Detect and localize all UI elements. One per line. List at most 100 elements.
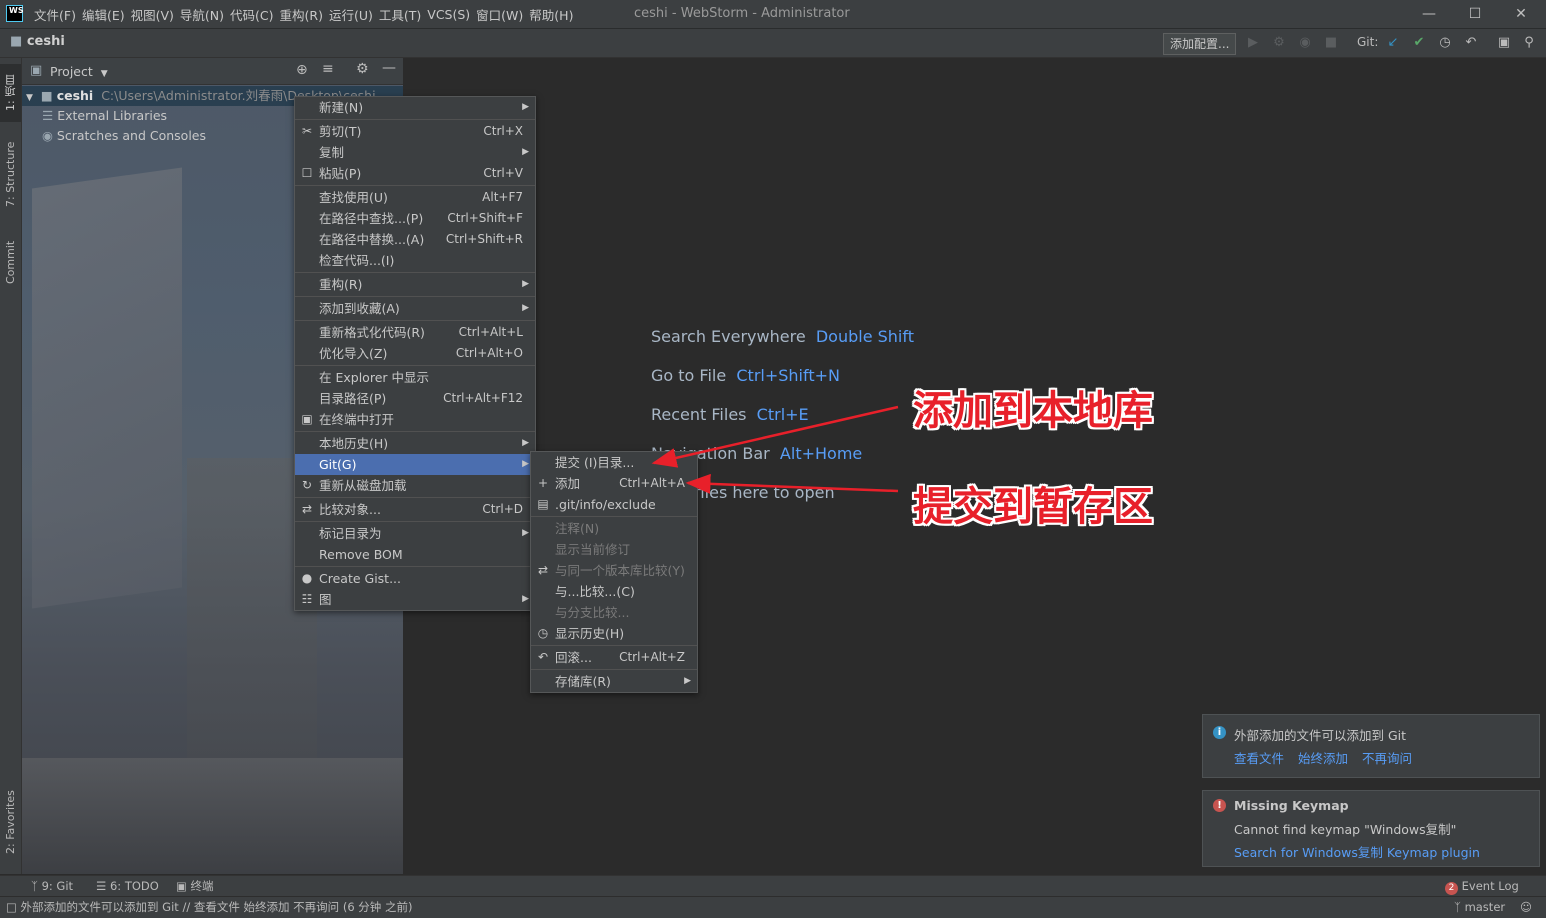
menu-item[interactable]: 工具(T) [379, 5, 427, 24]
menu-item-label: 查找使用(U) [319, 190, 388, 205]
project-breadcrumb[interactable]: ■ ceshi [10, 34, 65, 49]
tab-favorites[interactable]: 2: Favorites [0, 776, 21, 868]
menu-item[interactable]: ✂ 剪切(T) Ctrl+X [295, 121, 535, 142]
menu-item[interactable]: ↶ 回滚... Ctrl+Alt+Z [531, 647, 697, 668]
menu-item[interactable]: Git(G) ▶ [295, 454, 535, 475]
menu-item[interactable]: ☷ 图 ▶ [295, 589, 535, 610]
stop-icon[interactable]: ■ [1322, 34, 1340, 52]
debug-icon[interactable]: ⚙ [1270, 34, 1288, 52]
submenu-arrow-icon: ▶ [522, 528, 529, 538]
close-window-button[interactable]: ✕ [1498, 0, 1544, 28]
menu-item-label: 在终端中打开 [319, 412, 395, 427]
tab-git[interactable]: ᛉ 9: Git [31, 876, 73, 897]
menu-item[interactable]: 在路径中查找...(P) Ctrl+Shift+F [295, 208, 535, 229]
history-icon[interactable]: ◷ [1436, 34, 1454, 52]
menu-item[interactable]: 重构(R) ▶ [295, 274, 535, 295]
menu-item[interactable]: 新建(N) ▶ [295, 97, 535, 118]
project-panel-header: ▣ Project ▼ ⊕ ≡ ⚙ — [22, 58, 403, 85]
tab-terminal[interactable]: ▣ 终端 [176, 876, 214, 897]
menu-item-label: 与...比较...(C) [555, 584, 635, 599]
menu-item[interactable]: 重构(R) [280, 5, 329, 24]
menu-item[interactable]: ● Create Gist... [295, 568, 535, 589]
project-view-selector[interactable]: Project ▼ [50, 64, 108, 79]
event-count-badge: 2 [1445, 882, 1458, 895]
terminal-icon: ▣ [301, 412, 313, 426]
menu-item[interactable]: 视图(V) [131, 5, 180, 24]
notification-title: Missing Keymap [1234, 798, 1349, 813]
inspector-icon[interactable]: ☺ [1520, 897, 1532, 918]
menu-item[interactable]: 帮助(H) [529, 5, 579, 24]
menu-item-label: 重构(R) [319, 277, 363, 292]
menu-item[interactable]: ↻ 重新从磁盘加载 [295, 475, 535, 496]
menu-item-label: 回滚... [555, 650, 592, 665]
hide-panel-icon[interactable]: — [382, 60, 396, 76]
menu-item[interactable]: 编辑(E) [82, 5, 131, 24]
menu-item-label: 显示历史(H) [555, 626, 625, 641]
menu-item[interactable]: VCS(S) [427, 7, 476, 22]
menu-item[interactable]: 添加到收藏(A) ▶ [295, 298, 535, 319]
menu-item[interactable]: 优化导入(Z) Ctrl+Alt+O [295, 343, 535, 364]
left-tool-stripe: 1: 项目 7: Structure Commit 2: Favorites [0, 58, 22, 874]
menu-separator [295, 365, 535, 366]
profile-icon[interactable]: ◉ [1296, 34, 1314, 52]
locate-icon[interactable]: ⊕ [296, 62, 308, 78]
history-icon: ◷ [537, 626, 549, 640]
git-branch-icon: ᛉ [1454, 900, 1461, 914]
add-configuration-button[interactable]: 添加配置... [1163, 33, 1237, 55]
menu-item[interactable]: 标记目录为 ▶ [295, 523, 535, 544]
dont-ask-link[interactable]: 不再询问 [1362, 748, 1412, 767]
menu-item[interactable]: 目录路径(P) Ctrl+Alt+F12 [295, 388, 535, 409]
menu-item-label: 与同一个版本库比较(Y) [555, 563, 685, 578]
menu-item-label: 存储库(R) [555, 674, 611, 689]
menu-item[interactable]: 检查代码...(I) [295, 250, 535, 271]
menu-item[interactable]: 文件(F) [34, 5, 82, 24]
commit-check-icon[interactable]: ✔ [1410, 34, 1428, 52]
gear-icon[interactable]: ⚙ [356, 61, 369, 77]
menu-item[interactable]: ◷ 显示历史(H) [531, 623, 697, 644]
menu-item[interactable]: ⇄ 比较对象... Ctrl+D [295, 499, 535, 520]
run-icon[interactable]: ▶ [1244, 34, 1262, 52]
menu-item[interactable]: 查找使用(U) Alt+F7 [295, 187, 535, 208]
update-project-icon[interactable]: ↙ [1384, 34, 1402, 52]
project-structure-icon[interactable]: ▣ [1495, 34, 1513, 52]
menu-item[interactable]: 本地历史(H) ▶ [295, 433, 535, 454]
search-keymap-plugin-link[interactable]: Search for Windows复制 Keymap plugin [1234, 842, 1480, 861]
menu-separator [295, 566, 535, 567]
menu-item[interactable]: 复制 ▶ [295, 142, 535, 163]
menu-item[interactable]: 在路径中替换...(A) Ctrl+Shift+R [295, 229, 535, 250]
always-add-link[interactable]: 始终添加 [1298, 748, 1348, 767]
menu-item-shortcut: Ctrl+Alt+Z [619, 650, 685, 664]
menu-item[interactable]: 存储库(R) ▶ [531, 671, 697, 692]
minimize-button[interactable]: — [1406, 0, 1452, 28]
project-view-icon: ▣ [30, 63, 43, 78]
menu-item[interactable]: ☐ 粘贴(P) Ctrl+V [295, 163, 535, 184]
maximize-button[interactable]: ☐ [1452, 0, 1498, 28]
menu-item[interactable]: 重新格式化代码(R) Ctrl+Alt+L [295, 322, 535, 343]
search-icon[interactable]: ⚲ [1520, 34, 1538, 52]
diagram-icon: ☷ [301, 592, 313, 606]
status-message[interactable]: □ 外部添加的文件可以添加到 Git // 查看文件 始终添加 不再询问 (6 … [6, 897, 412, 918]
tab-commit[interactable]: Commit [0, 230, 21, 294]
menu-item-label: 本地历史(H) [319, 436, 389, 451]
menu-item[interactable]: 运行(U) [329, 5, 379, 24]
menu-item[interactable]: 窗口(W) [476, 5, 529, 24]
plus-icon: + [537, 476, 549, 490]
git-branch-widget[interactable]: ᛉ master [1454, 897, 1505, 918]
folder-icon: ■ [40, 88, 53, 103]
tab-project[interactable]: 1: 项目 [0, 64, 21, 122]
notification-body: Cannot find keymap "Windows复制" [1234, 822, 1457, 837]
collapse-all-icon[interactable]: ≡ [322, 61, 334, 77]
rollback-icon[interactable]: ↶ [1462, 34, 1480, 52]
event-log-button[interactable]: 2 Event Log [1445, 876, 1519, 897]
view-files-link[interactable]: 查看文件 [1234, 748, 1284, 767]
menu-item[interactable]: 导航(N) [180, 5, 230, 24]
tab-structure[interactable]: 7: Structure [0, 134, 21, 214]
menu-item[interactable]: 代码(C) [230, 5, 279, 24]
menu-item[interactable]: 在 Explorer 中显示 [295, 367, 535, 388]
tab-todo[interactable]: ☰ 6: TODO [96, 876, 159, 897]
menu-item[interactable]: Remove BOM [295, 544, 535, 565]
menu-item[interactable]: 与...比较...(C) [531, 581, 697, 602]
menu-item[interactable]: ▣ 在终端中打开 [295, 409, 535, 430]
menu-item-label: Git(G) [319, 457, 357, 472]
menu-item-shortcut: Ctrl+Alt+F12 [443, 391, 523, 405]
